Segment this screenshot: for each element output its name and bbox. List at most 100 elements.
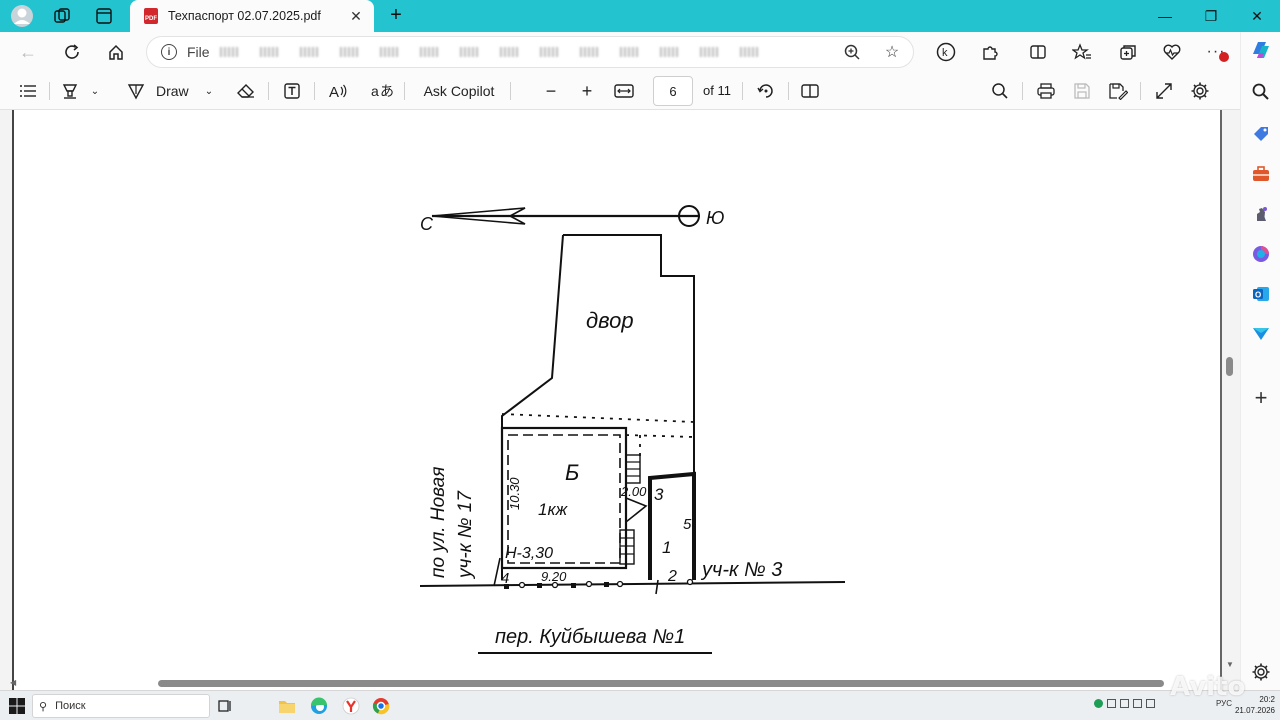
shopping-button[interactable]: [1249, 122, 1273, 146]
vertical-scrollbar-thumb[interactable]: [1226, 357, 1233, 376]
avatar-icon: [11, 5, 33, 27]
yard-boundary: [501, 234, 695, 580]
sidebar-search-button[interactable]: [1249, 80, 1273, 104]
url-field[interactable]: i File: [146, 36, 914, 68]
microsoft365-button[interactable]: [1249, 242, 1273, 266]
search-placeholder: Поиск: [55, 700, 86, 712]
add-text-button[interactable]: [280, 79, 304, 103]
pdf-viewer[interactable]: С Ю двор Б 1кж Н-3,30 10.30 9.20 2.00 3 …: [0, 110, 1240, 690]
zoom-button[interactable]: [838, 38, 866, 66]
chrome-icon: [372, 698, 390, 715]
url-blurred: [219, 47, 238, 57]
horizontal-scrollbar-thumb[interactable]: [158, 680, 1164, 687]
sidebar-settings-button[interactable]: [1249, 660, 1273, 684]
url-blurred: [739, 47, 758, 57]
toolbar-divider: [1022, 82, 1023, 100]
left-street-line2: уч-к № 17: [455, 490, 476, 580]
close-window-button[interactable]: ✕: [1234, 0, 1280, 32]
url-blurred: [379, 47, 398, 57]
zoom-in-button[interactable]: +: [576, 79, 598, 103]
search-icon: [992, 83, 1008, 99]
height-label: Н-3,30: [505, 545, 553, 562]
extensions-button[interactable]: [976, 38, 1004, 66]
browser-essentials-button[interactable]: [1158, 38, 1186, 66]
translate-icon: aあ: [371, 83, 393, 100]
read-aloud-button[interactable]: A: [326, 79, 350, 103]
taskbar-search-input[interactable]: ⚲ Поиск: [32, 694, 210, 718]
minimize-button[interactable]: —: [1142, 0, 1188, 32]
tab-pdf[interactable]: PDF Техпаспорт 02.07.2025.pdf ✕: [130, 0, 374, 32]
zoom-out-button[interactable]: −: [540, 79, 562, 103]
chrome-button[interactable]: [370, 695, 392, 717]
outlook-button[interactable]: O: [1249, 282, 1273, 306]
edge-sidebar: O +: [1240, 32, 1280, 690]
pdf-file-icon: PDF: [144, 8, 158, 24]
add-sidebar-app-button[interactable]: +: [1249, 385, 1273, 410]
translate-button[interactable]: aあ: [370, 79, 394, 103]
tray-icon: [1120, 699, 1129, 708]
url-blurred: [419, 47, 438, 57]
fit-width-icon: [614, 84, 634, 98]
settings-more-button[interactable]: ···: [1202, 38, 1230, 66]
find-button[interactable]: [988, 79, 1012, 103]
tools-button[interactable]: [1249, 162, 1273, 186]
fullscreen-button[interactable]: [1152, 79, 1176, 103]
site-info-icon[interactable]: i: [161, 44, 177, 60]
url-blurred: [459, 47, 478, 57]
k-extension-button[interactable]: k: [932, 38, 960, 66]
save-as-button[interactable]: [1106, 79, 1130, 103]
rotate-button[interactable]: [754, 79, 778, 103]
page-view-button[interactable]: [798, 79, 822, 103]
file-explorer-button[interactable]: [276, 695, 298, 717]
south-label: Ю: [706, 208, 724, 228]
point-3-label: 3: [654, 485, 664, 504]
scroll-left-arrow[interactable]: ◀: [10, 678, 16, 687]
start-button[interactable]: [6, 695, 28, 717]
page-count: of 11: [703, 83, 731, 98]
erase-button[interactable]: [234, 79, 258, 103]
tray-icon: [1133, 699, 1142, 708]
favorites-button[interactable]: [1068, 38, 1096, 66]
back-button[interactable]: ←: [14, 38, 42, 66]
draw-dropdown[interactable]: ⌄: [202, 79, 216, 103]
maximize-button[interactable]: ❐: [1188, 0, 1234, 32]
highlight-dropdown[interactable]: ⌄: [88, 79, 102, 103]
games-button[interactable]: [1249, 202, 1273, 226]
ask-copilot-button[interactable]: Ask Copilot: [418, 79, 500, 103]
price-tag-icon: [1254, 127, 1268, 141]
workspaces-button[interactable]: [44, 0, 80, 32]
avito-watermark: Avito: [1170, 672, 1246, 702]
network-tray-icon: [1107, 699, 1116, 708]
split-screen-button[interactable]: [1024, 38, 1052, 66]
toolbar-divider: [49, 82, 50, 100]
collections-button[interactable]: [1114, 38, 1142, 66]
scroll-down-arrow[interactable]: ▼: [1226, 660, 1234, 669]
highlight-button[interactable]: [58, 79, 82, 103]
address-bar: ← i File ☆ k ···: [0, 32, 1240, 72]
bottom-street-label: пер. Куйбышева №1: [495, 626, 685, 648]
refresh-button[interactable]: [58, 38, 86, 66]
home-button[interactable]: [102, 38, 130, 66]
favorite-star-button[interactable]: ☆: [878, 38, 906, 66]
contents-button[interactable]: [16, 79, 40, 103]
pdf-settings-button[interactable]: [1188, 79, 1212, 103]
tray-icons[interactable]: [1094, 699, 1159, 710]
home-icon: [109, 44, 123, 60]
save-button[interactable]: [1070, 79, 1094, 103]
draw-button[interactable]: Draw: [126, 79, 196, 103]
copilot-button[interactable]: [1249, 38, 1273, 62]
fit-page-button[interactable]: [612, 79, 636, 103]
new-tab-button[interactable]: +: [384, 4, 408, 28]
print-button[interactable]: [1034, 79, 1058, 103]
drop-button[interactable]: [1249, 322, 1273, 346]
point-2-label: 2: [667, 568, 677, 585]
edge-taskbar-button[interactable]: [308, 695, 330, 717]
task-view-button[interactable]: [214, 695, 236, 717]
url-blurred: [299, 47, 318, 57]
tab-actions-button[interactable]: [86, 0, 122, 32]
save-icon: [1074, 83, 1090, 99]
profile-avatar[interactable]: [4, 0, 40, 32]
page-number-input[interactable]: 6: [653, 76, 693, 106]
close-tab-icon[interactable]: ✕: [346, 8, 366, 25]
yandex-browser-button[interactable]: [340, 695, 362, 717]
